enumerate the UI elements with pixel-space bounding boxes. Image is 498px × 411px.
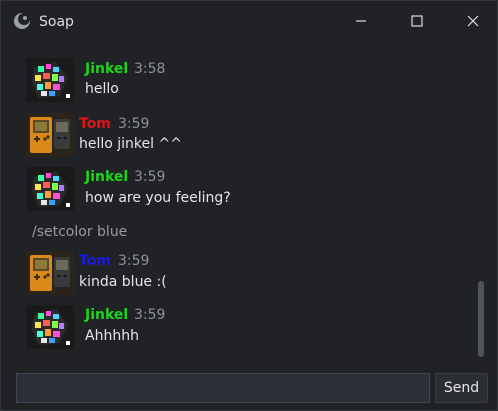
- message-text: how are you feeling?: [85, 190, 231, 206]
- jinkel-avatar-image: [26, 167, 74, 211]
- author-name: Jinkel: [85, 307, 129, 323]
- message-timestamp: 3:59: [118, 116, 150, 132]
- author-name: Jinkel: [85, 169, 129, 185]
- window-title: Soap: [39, 14, 74, 30]
- jinkel-avatar-image: [26, 305, 74, 349]
- author-name: Tom: [79, 253, 111, 269]
- send-button[interactable]: Send: [435, 373, 488, 403]
- close-button[interactable]: [449, 1, 497, 41]
- message-timestamp: 3:59: [118, 253, 150, 269]
- jinkel-avatar-image: [26, 58, 74, 102]
- soap-logo-icon: [14, 13, 30, 29]
- minimize-button[interactable]: [337, 1, 385, 41]
- message-timestamp: 3:59: [134, 307, 166, 323]
- tom-gameboy-avatar-image: [26, 113, 74, 157]
- message-text: hello jinkel ^^: [79, 136, 182, 152]
- author-name: Jinkel: [85, 61, 129, 77]
- scrollbar-thumb[interactable]: [478, 281, 484, 357]
- tom-gameboy-avatar-image: [26, 251, 74, 295]
- system-command-text: /setcolor blue: [32, 224, 128, 240]
- message-text: Ahhhhh: [85, 328, 139, 344]
- message-text: kinda blue :(: [79, 274, 167, 290]
- title-bar: Soap: [1, 1, 497, 41]
- chat-window: Soap Jinkel 3:58 hello Tom 3:59 hello ji…: [0, 0, 498, 411]
- author-name: Tom: [79, 116, 111, 132]
- minimize-icon: [356, 20, 366, 22]
- message-list[interactable]: Jinkel 3:58 hello Tom 3:59 hello jinkel …: [1, 45, 497, 357]
- maximize-icon: [411, 15, 423, 27]
- maximize-button[interactable]: [393, 1, 441, 41]
- message-timestamp: 3:59: [134, 169, 166, 185]
- message-text: hello: [85, 81, 119, 97]
- close-icon: [467, 15, 479, 27]
- message-timestamp: 3:58: [134, 61, 166, 77]
- message-input[interactable]: [16, 373, 430, 403]
